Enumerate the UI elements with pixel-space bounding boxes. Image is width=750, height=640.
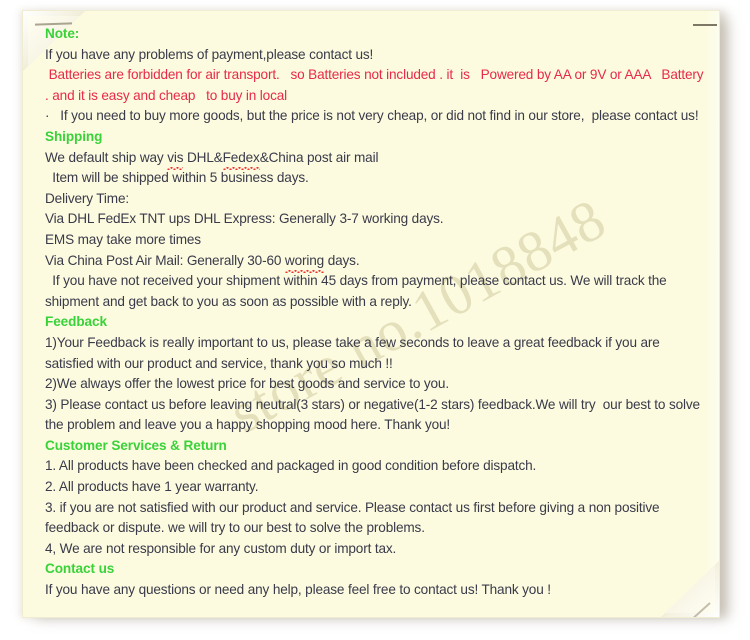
customer-services-item-2: 2. All products have 1 year warranty. — [45, 479, 259, 495]
shipping-delivery-china-post: Via China Post Air Mail: Generally 30-60… — [33, 251, 705, 273]
misspelled-woring: woring — [284, 251, 325, 273]
shipping-delivery-time-label: Delivery Time: — [45, 190, 130, 206]
policy-text-content: Note: If you have any problems of paymen… — [33, 24, 705, 601]
screenshot-canvas: store no.1018848 Note: If you have any p… — [0, 0, 750, 640]
customer-services-item-4: 4, We are not responsible for any custom… — [45, 540, 397, 556]
shipping-delivery-ems: EMS may take more times — [45, 231, 201, 247]
misspelled-fedex: Fedex — [222, 148, 260, 170]
ship-way-mid: DHL& — [183, 149, 223, 165]
shipping-not-received-notice: If you have not received your shipment w… — [45, 273, 671, 309]
shipping-line-business-days: Item will be shipped within 5 business d… — [45, 170, 309, 186]
section-heading-feedback: Feedback — [45, 314, 107, 330]
ship-way-suffix: &China post air mail — [259, 149, 379, 165]
misspelled-vis: vis — [167, 148, 184, 170]
section-heading-note: Note: — [45, 26, 80, 41]
china-post-prefix: Via China Post Air Mail: Generally 30-60 — [45, 252, 285, 268]
feedback-item-3: 3) Please contact us before leaving neut… — [45, 396, 704, 433]
shipping-delivery-dhl: Via DHL FedEx TNT ups DHL Express: Gener… — [45, 211, 444, 227]
shipping-line-default-way: We default ship way vis DHL&Fedex&China … — [33, 148, 705, 170]
section-heading-contact: Contact us — [45, 561, 115, 577]
customer-services-item-1: 1. All products have been checked and pa… — [45, 458, 537, 474]
section-heading-customer-services: Customer Services & Return — [45, 437, 227, 453]
contact-line: If you have any questions or need any he… — [45, 582, 551, 598]
ship-way-prefix: We default ship way — [45, 149, 168, 165]
note-line-more-goods: · If you need to buy more goods, but the… — [45, 108, 699, 124]
china-post-suffix: days. — [324, 252, 360, 268]
section-heading-shipping: Shipping — [45, 128, 103, 144]
page-right-highlight — [704, 10, 720, 618]
feedback-item-2: 2)We always offer the lowest price for b… — [45, 376, 449, 392]
note-line-payment: If you have any problems of payment,plea… — [45, 46, 374, 62]
customer-services-item-3: 3. if you are not satisfied with our pro… — [45, 499, 664, 536]
policy-note-page: store no.1018848 Note: If you have any p… — [22, 10, 720, 618]
feedback-item-1: 1)Your Feedback is really important to u… — [45, 334, 664, 371]
note-line-batteries: Batteries are forbidden for air transpor… — [45, 67, 704, 103]
